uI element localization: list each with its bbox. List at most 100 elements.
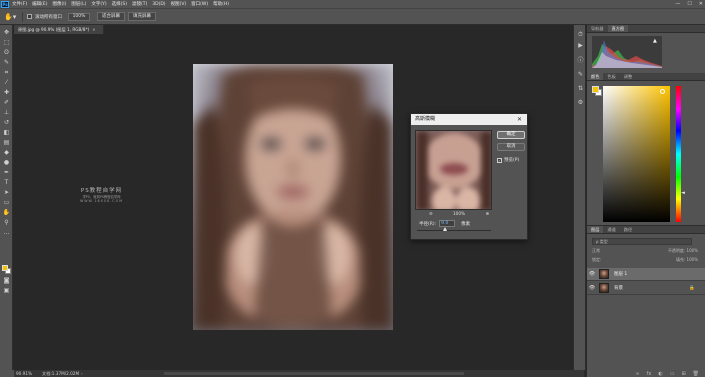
menu-image[interactable]: 图像(I) bbox=[52, 1, 66, 7]
document-tab[interactable]: 原图.jpg @ 90.9% (图层 1, RGB/8*) × bbox=[14, 25, 104, 34]
dialog-ok-button[interactable]: 确定 bbox=[497, 131, 525, 139]
history-brush-tool-icon[interactable]: ↺ bbox=[2, 119, 11, 127]
brush-settings-icon[interactable]: ✎ bbox=[576, 71, 585, 79]
radius-slider-thumb[interactable] bbox=[442, 227, 447, 231]
menu-file[interactable]: 文件(F) bbox=[12, 1, 27, 7]
radius-input[interactable]: 9.0 bbox=[439, 220, 456, 227]
maximize-icon[interactable]: ☐ bbox=[687, 1, 691, 7]
layer-row[interactable]: 👁 背景 🔒 bbox=[587, 282, 705, 295]
minimize-icon[interactable]: — bbox=[675, 1, 680, 7]
delete-layer-icon[interactable]: 🗑 bbox=[693, 371, 699, 377]
tab-navigator[interactable]: 导航器 bbox=[587, 25, 608, 32]
type-tool-icon[interactable]: T bbox=[2, 179, 11, 187]
dodge-tool-icon[interactable]: ● bbox=[2, 159, 11, 167]
color-picker-marker[interactable] bbox=[660, 89, 665, 94]
canvas-horizontal-scrollbar[interactable] bbox=[164, 372, 464, 375]
opacity-field[interactable]: 不透明度: 100% bbox=[668, 248, 698, 255]
panel-foreground-swatch[interactable] bbox=[592, 86, 599, 93]
radius-slider[interactable] bbox=[417, 227, 491, 231]
photoshop-logo-icon: Ps bbox=[1, 0, 9, 8]
tab-histogram[interactable]: 直方图 bbox=[607, 25, 629, 32]
preview-toggle[interactable]: ✓ 预览(P) bbox=[497, 157, 519, 163]
info-panel-icon[interactable]: ⓘ bbox=[576, 57, 585, 65]
blur-tool-icon[interactable]: ◆ bbox=[2, 149, 11, 157]
hue-slider-arrow-icon[interactable]: ◄ bbox=[681, 190, 685, 196]
pen-tool-icon[interactable]: ✒ bbox=[2, 169, 11, 177]
visibility-eye-icon[interactable]: 👁 bbox=[587, 271, 597, 277]
layer-mask-icon[interactable]: ▭ bbox=[670, 371, 675, 377]
tab-channels[interactable]: 通道 bbox=[603, 226, 619, 233]
clone-stamp-tool-icon[interactable]: ⊥ bbox=[2, 109, 11, 117]
path-select-tool-icon[interactable]: ➤ bbox=[2, 189, 11, 197]
menu-3d[interactable]: 3D(D) bbox=[152, 2, 165, 7]
menu-window[interactable]: 窗口(W) bbox=[191, 1, 208, 7]
brush-tool-icon[interactable]: ✐ bbox=[2, 99, 11, 107]
link-layers-icon[interactable]: ∞ bbox=[635, 371, 639, 377]
more-tools-icon[interactable]: … bbox=[2, 229, 11, 237]
tab-adjustments[interactable]: 调整 bbox=[620, 73, 636, 80]
hue-spectrum-bar[interactable] bbox=[676, 86, 681, 222]
move-tool-icon[interactable]: ✥ bbox=[2, 29, 11, 37]
screen-mode-icon[interactable]: ▣ bbox=[2, 287, 11, 295]
preview-svg bbox=[416, 131, 491, 209]
menu-layer[interactable]: 图层(L) bbox=[71, 1, 86, 7]
quick-select-tool-icon[interactable]: ✎ bbox=[2, 59, 11, 67]
adjustments-panel-icon[interactable]: ⇅ bbox=[576, 85, 585, 93]
marquee-tool-icon[interactable]: ⬚ bbox=[2, 39, 11, 47]
blend-mode-dropdown[interactable]: 正常 bbox=[592, 248, 600, 255]
menu-filter[interactable]: 滤镜(T) bbox=[132, 1, 147, 7]
menu-select[interactable]: 选择(S) bbox=[112, 1, 127, 7]
dialog-titlebar[interactable]: 高斯模糊 ✕ bbox=[411, 114, 527, 125]
menu-help[interactable]: 帮助(H) bbox=[213, 1, 229, 7]
layer-style-icon[interactable]: fx bbox=[647, 371, 652, 377]
tab-layers[interactable]: 图层 bbox=[587, 226, 604, 233]
hand-icon[interactable]: ✋▾ bbox=[4, 12, 18, 22]
zoom-tool-icon[interactable]: ⚲ bbox=[2, 219, 11, 227]
eraser-tool-icon[interactable]: ◧ bbox=[2, 129, 11, 137]
menu-type[interactable]: 文字(Y) bbox=[91, 1, 106, 7]
cache-warning-icon[interactable]: ▲ bbox=[653, 38, 657, 44]
visibility-eye-icon[interactable]: 👁 bbox=[587, 285, 597, 291]
history-panel-icon[interactable]: ⏱ bbox=[576, 31, 585, 39]
close-icon[interactable]: ✕ bbox=[699, 1, 703, 7]
layer-row[interactable]: 👁 图层 1 bbox=[587, 268, 705, 281]
properties-panel-icon[interactable]: ⚙ bbox=[576, 99, 585, 107]
gradient-tool-icon[interactable]: ▤ bbox=[2, 139, 11, 147]
status-menu-arrow-icon[interactable]: › bbox=[81, 371, 83, 376]
fill-field[interactable]: 填充: 100% bbox=[676, 257, 698, 264]
quick-mask-icon[interactable]: ◙ bbox=[2, 277, 11, 285]
layer-filter-dropdown[interactable]: ρ 类型 bbox=[592, 238, 692, 245]
menu-view[interactable]: 视图(V) bbox=[171, 1, 187, 7]
adjustment-layer-icon[interactable]: ◐ bbox=[658, 371, 662, 377]
fill-screen-button[interactable]: 填充屏幕 bbox=[128, 12, 156, 21]
dialog-close-icon[interactable]: ✕ bbox=[517, 114, 522, 125]
status-zoom-level[interactable]: 90.91% bbox=[16, 371, 38, 376]
preview-checkbox[interactable]: ✓ bbox=[497, 157, 502, 163]
zoom-in-icon[interactable]: ⊕ bbox=[485, 211, 489, 216]
fit-screen-button[interactable]: 适合屏幕 bbox=[97, 12, 125, 21]
tab-close-icon[interactable]: × bbox=[92, 27, 96, 32]
watermark-url: WWW.16XX8.COM bbox=[80, 199, 124, 203]
healing-brush-tool-icon[interactable]: ✚ bbox=[2, 89, 11, 97]
dialog-cancel-button[interactable]: 取消 bbox=[497, 143, 525, 151]
blurred-portrait-image[interactable] bbox=[193, 64, 393, 330]
tab-swatches[interactable]: 色板 bbox=[603, 73, 619, 80]
lasso-tool-icon[interactable]: ʘ bbox=[2, 49, 11, 57]
foreground-color-swatch[interactable] bbox=[2, 265, 8, 271]
scroll-all-windows-checkbox[interactable] bbox=[27, 14, 32, 19]
tab-paths[interactable]: 路径 bbox=[620, 226, 636, 233]
rectangle-tool-icon[interactable]: ▭ bbox=[2, 199, 11, 207]
hand-tool-icon[interactable]: ✋ bbox=[2, 209, 11, 217]
radius-row: 半径(R): 9.0 像素 bbox=[419, 220, 470, 227]
options-separator bbox=[22, 11, 23, 22]
eyedropper-tool-icon[interactable]: ⁄ bbox=[2, 79, 11, 87]
color-saturation-field[interactable] bbox=[603, 86, 670, 222]
tab-color[interactable]: 颜色 bbox=[587, 73, 604, 80]
actions-panel-icon[interactable]: ▶ bbox=[576, 42, 585, 50]
dialog-preview-image[interactable] bbox=[415, 130, 492, 210]
crop-tool-icon[interactable]: ⌗ bbox=[2, 69, 11, 77]
menu-edit[interactable]: 编辑(E) bbox=[32, 1, 47, 7]
zoom-value-field[interactable]: 100% bbox=[68, 12, 90, 21]
new-layer-icon[interactable]: ⊞ bbox=[681, 371, 685, 377]
zoom-out-icon[interactable]: ⊖ bbox=[429, 211, 433, 216]
